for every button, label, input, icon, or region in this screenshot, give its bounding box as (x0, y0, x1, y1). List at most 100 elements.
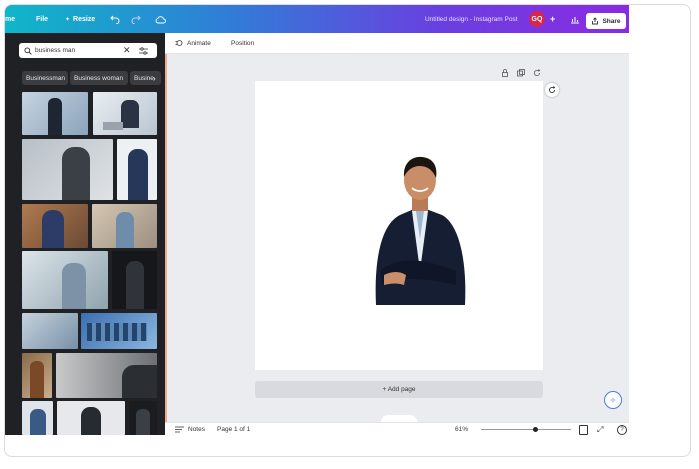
document-title-text: Untitled design - Instagram Post (425, 15, 518, 23)
photo-thumbnail[interactable] (112, 251, 157, 309)
search-box[interactable]: ✕ (19, 43, 157, 58)
resize-label: Resize (73, 15, 96, 23)
help-button[interactable]: ? (617, 423, 627, 435)
resize-button[interactable]: ✦ Resize (65, 5, 95, 33)
help-icon: ? (617, 424, 627, 435)
photo-subject (62, 147, 90, 200)
photo-subject (136, 409, 150, 435)
share-label: Share (602, 17, 621, 25)
chip-business-woman[interactable]: Business woman (70, 71, 128, 85)
photo-thumbnail[interactable] (22, 251, 108, 309)
photo-thumbnail[interactable] (92, 204, 157, 248)
redo-button[interactable] (131, 5, 141, 33)
redo-icon (131, 15, 141, 24)
context-toolbar: Animate Position (165, 33, 629, 54)
document-title[interactable]: Untitled design - Instagram Post (425, 5, 518, 33)
position-label: Position (231, 39, 255, 47)
chip-label: Business woman (74, 74, 124, 82)
chip-label: Businessman (26, 74, 66, 82)
home-label: me (5, 15, 16, 23)
fullscreen-button[interactable]: ⤢ (597, 423, 603, 435)
zoom-value[interactable]: 61% (455, 423, 468, 435)
chip-next-arrow-icon[interactable]: › (153, 71, 156, 85)
photo-thumbnail[interactable] (22, 204, 88, 248)
canvas-scroll-nub[interactable] (381, 415, 417, 422)
home-button[interactable]: me (5, 5, 15, 33)
canvas-workspace: + Add page ✧ (165, 54, 629, 422)
animate-label: Animate (187, 39, 211, 47)
page-indicator-label: Page 1 of 1 (217, 426, 251, 433)
photo-subject (62, 263, 86, 309)
expand-icon: ⤢ (597, 424, 604, 434)
plus-icon: + (550, 14, 556, 24)
status-bar: Notes Page 1 of 1 61% ⤢ ? (165, 422, 629, 435)
notes-label: Notes (188, 426, 205, 433)
refresh-icon (548, 86, 556, 94)
page-indicator[interactable]: Page 1 of 1 (217, 423, 250, 435)
add-page-button[interactable]: + Add page (255, 381, 543, 398)
photo-subject (30, 409, 46, 435)
notes-icon (175, 426, 184, 433)
photo-thumbnail[interactable] (129, 401, 157, 435)
pages-icon (579, 424, 588, 435)
design-page[interactable] (255, 81, 543, 370)
undo-icon (110, 15, 120, 24)
add-page-label: + Add page (382, 386, 416, 393)
city-skyline-shape (87, 323, 147, 341)
photo-thumbnail[interactable] (81, 313, 157, 349)
photo-subject (42, 210, 64, 248)
businessman-photo[interactable] (370, 153, 470, 305)
chip-business[interactable]: Busine (130, 71, 161, 85)
insights-button[interactable] (570, 5, 580, 33)
file-menu[interactable]: File (36, 5, 48, 33)
editor-app: me File ✦ Resize Untitled design - Insta… (5, 5, 629, 435)
animate-icon (175, 40, 183, 46)
duplicate-icon[interactable] (517, 69, 525, 77)
photo-thumbnail[interactable] (56, 353, 157, 398)
share-button[interactable]: Share (586, 13, 626, 29)
photos-panel: ✕ Businessman Business woman Busine › (5, 33, 165, 435)
cloud-save-button[interactable] (155, 5, 166, 33)
refresh-button[interactable] (545, 83, 559, 97)
photo-subject (128, 149, 148, 200)
photo-thumbnail[interactable] (22, 401, 53, 435)
laptop-shape (103, 122, 123, 130)
chart-icon (571, 16, 579, 23)
chip-businessman[interactable]: Businessman (22, 71, 68, 85)
page-count-button[interactable] (579, 423, 588, 435)
chip-label: Busine (134, 74, 154, 82)
notes-button[interactable]: Notes (175, 423, 205, 435)
share-icon (592, 17, 599, 25)
sparkle-icon: ✧ (609, 395, 617, 405)
invite-button[interactable]: + (550, 5, 555, 33)
photo-thumbnail[interactable] (117, 139, 157, 200)
avatar[interactable]: GQ (529, 11, 545, 27)
zoom-slider[interactable] (481, 427, 571, 432)
photo-thumbnail[interactable] (93, 92, 157, 135)
photo-thumbnail[interactable] (22, 139, 113, 200)
position-button[interactable]: Position (231, 33, 254, 53)
animate-button[interactable]: Animate (175, 33, 211, 53)
photo-subject (122, 365, 157, 398)
photo-thumbnail[interactable] (22, 313, 78, 349)
clear-search-icon[interactable]: ✕ (123, 45, 131, 56)
photo-subject (81, 407, 101, 435)
add-page-icon[interactable] (533, 69, 541, 77)
lock-icon[interactable] (501, 69, 509, 77)
photo-subject (116, 212, 134, 248)
photo-thumbnail[interactable] (22, 92, 88, 135)
search-icon (24, 46, 32, 55)
avatar-initials: GQ (531, 15, 543, 23)
filter-icon[interactable] (138, 46, 148, 55)
photo-thumbnail[interactable] (22, 353, 52, 398)
resize-icon: ✦ (65, 16, 71, 23)
magic-assistant-button[interactable]: ✧ (604, 391, 622, 409)
photo-thumbnail[interactable] (57, 401, 125, 435)
undo-button[interactable] (110, 5, 120, 33)
zoom-slider-handle[interactable] (533, 427, 539, 432)
search-input[interactable] (35, 47, 121, 54)
cloud-icon (155, 15, 166, 23)
photo-subject (48, 98, 62, 135)
photo-subject (30, 361, 44, 398)
window-frame: me File ✦ Resize Untitled design - Insta… (4, 4, 691, 457)
